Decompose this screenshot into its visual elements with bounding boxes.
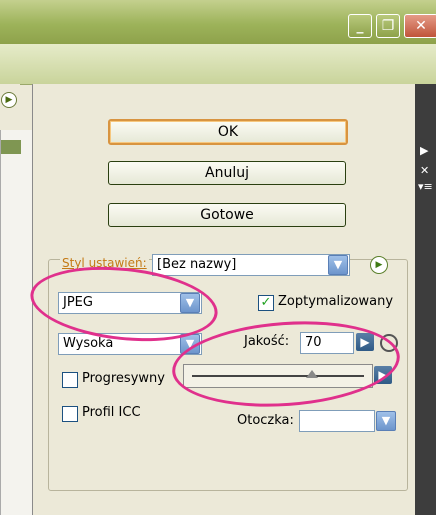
- close-icon: ✕: [415, 18, 427, 34]
- restore-button[interactable]: ❐: [376, 14, 400, 38]
- cancel-button[interactable]: Anuluj: [108, 161, 346, 185]
- optimized-checkbox[interactable]: ✓: [258, 295, 274, 311]
- panel-menu-icon[interactable]: ▾≡: [418, 180, 433, 193]
- minimize-button[interactable]: _: [348, 14, 372, 38]
- preset-select[interactable]: [Bez nazwy]: [152, 254, 350, 276]
- progressive-checkbox[interactable]: [62, 372, 78, 388]
- left-preview-panel: [0, 130, 34, 515]
- preset-dropdown-icon[interactable]: ▼: [328, 255, 348, 275]
- optimized-label: Zoptymalizowany: [278, 294, 394, 309]
- preset-value: [Bez nazwy]: [157, 257, 237, 272]
- icc-checkbox[interactable]: [62, 406, 78, 422]
- done-button[interactable]: Gotowe: [108, 203, 346, 227]
- preset-menu-icon[interactable]: ▶: [370, 256, 388, 274]
- matte-dropdown-icon[interactable]: ▼: [376, 411, 396, 431]
- panel-header-bar: [0, 44, 436, 85]
- icc-label: Profil ICC: [82, 405, 141, 420]
- matte-label: Otoczka:: [237, 413, 294, 428]
- progressive-label: Progresywny: [82, 371, 165, 386]
- panel-close-icon[interactable]: ✕: [420, 164, 429, 177]
- minimize-icon: _: [356, 18, 364, 34]
- menu-arrow-icon[interactable]: ▶: [1, 92, 17, 108]
- right-panel-strip: ▶ ✕ ▾≡: [415, 84, 436, 515]
- panel-arrow-icon[interactable]: ▶: [420, 144, 428, 157]
- matte-select[interactable]: [299, 410, 375, 432]
- close-button[interactable]: ✕: [404, 14, 436, 38]
- ok-button[interactable]: OK: [108, 119, 348, 145]
- restore-icon: ❐: [381, 18, 395, 34]
- checkmark-icon: ✓: [260, 295, 272, 310]
